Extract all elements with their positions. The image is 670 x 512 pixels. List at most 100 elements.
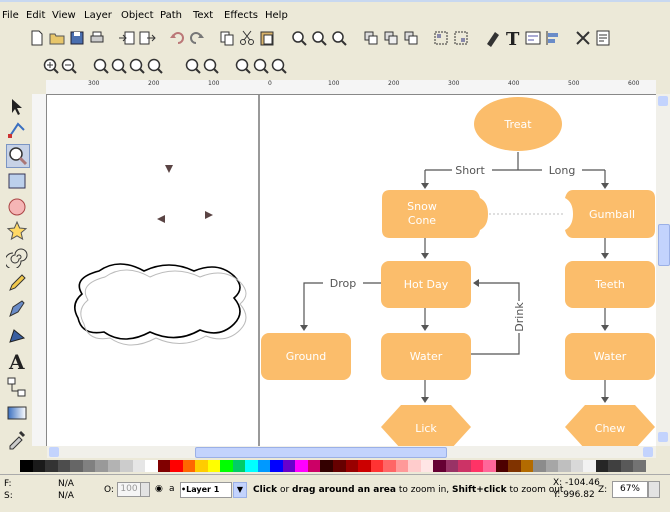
text-font-icon[interactable]: T [504,29,522,47]
menu-layer[interactable]: Layer [84,10,112,21]
save-icon[interactable] [68,29,86,47]
opacity-input[interactable]: 100 [117,482,141,497]
zoom-1-to-2-icon[interactable] [110,57,128,75]
zoom-page-icon[interactable] [330,29,348,47]
fill-stroke-icon[interactable] [484,29,502,47]
triangle-marker-2[interactable] [157,215,165,223]
palette-swatch[interactable] [608,460,622,472]
vertical-scroll-thumb[interactable] [658,224,670,266]
palette-swatch[interactable] [32,460,46,472]
palette-swatch[interactable] [345,460,359,472]
zoom-tool-icon[interactable] [6,144,30,168]
import-icon[interactable] [118,29,136,47]
vertical-scrollbar[interactable] [656,94,670,446]
export-icon[interactable] [138,29,156,47]
palette-swatch[interactable] [520,460,534,472]
menu-edit[interactable]: Edit [26,10,45,21]
opacity-spinner-icon[interactable] [140,482,150,497]
zoom-spinner-icon[interactable] [648,481,660,498]
zoom-out-icon[interactable] [60,57,78,75]
palette-swatch[interactable] [120,460,134,472]
zoom-2-to-1-icon[interactable] [128,57,146,75]
menu-effects[interactable]: Effects [224,10,258,21]
print-icon[interactable] [88,29,106,47]
cloud-shape[interactable] [74,263,241,340]
palette-swatch[interactable] [57,460,71,472]
palette-swatch[interactable] [245,460,259,472]
palette-swatch[interactable] [220,460,234,472]
palette-swatch[interactable] [307,460,321,472]
palette-swatch[interactable] [570,460,584,472]
zoom-previous-icon[interactable] [184,57,202,75]
star-tool-icon[interactable] [6,220,28,242]
zoom-selection-icon[interactable] [290,29,308,47]
clone-icon[interactable] [382,29,400,47]
palette-swatch[interactable] [282,460,296,472]
palette-swatch[interactable] [620,460,634,472]
zoom-drawing-tc-icon[interactable] [234,57,252,75]
redo-icon[interactable] [188,29,206,47]
copy-icon[interactable] [218,29,236,47]
dropper-tool-icon[interactable] [6,428,28,450]
palette-swatch[interactable] [358,460,372,472]
palette-swatch[interactable] [107,460,121,472]
zoom-1-to-1-icon[interactable] [92,57,110,75]
open-icon[interactable] [48,29,66,47]
palette-swatch[interactable] [558,460,572,472]
palette-swatch[interactable] [182,460,196,472]
layer-dropdown-chevron-icon[interactable]: ▼ [233,482,247,498]
palette-swatch[interactable] [470,460,484,472]
palette-swatch[interactable] [170,460,184,472]
menu-file[interactable]: File [2,10,19,21]
palette-swatch[interactable] [508,460,522,472]
scroll-down-icon[interactable] [658,432,668,442]
palette-swatch[interactable] [445,460,459,472]
paste-icon[interactable] [258,29,276,47]
menu-view[interactable]: View [52,10,76,21]
ellipse-tool-icon[interactable] [6,196,28,218]
triangle-marker-1[interactable] [165,165,173,173]
menu-help[interactable]: Help [265,10,288,21]
align-distribute-icon[interactable] [544,29,562,47]
document-properties-icon[interactable] [594,29,612,47]
zoom-drawing-icon[interactable] [310,29,328,47]
duplicate-icon[interactable] [362,29,380,47]
pencil-tool-icon[interactable] [6,272,28,294]
palette-swatch[interactable] [82,460,96,472]
group-icon[interactable] [432,29,450,47]
zoom-in-icon[interactable] [42,57,60,75]
triangle-marker-3[interactable] [205,211,213,219]
palette-swatch[interactable] [195,460,209,472]
lock-icon[interactable]: a [169,484,175,494]
rectangle-tool-icon[interactable] [6,170,28,192]
palette-swatch[interactable] [395,460,409,472]
unlink-clone-icon[interactable] [402,29,420,47]
horizontal-scroll-thumb[interactable] [195,447,447,458]
palette-swatch[interactable] [95,460,109,472]
scroll-up-icon[interactable] [658,96,668,106]
scroll-right-icon[interactable] [643,447,653,457]
palette-swatch[interactable] [320,460,334,472]
palette-swatch[interactable] [333,460,346,472]
cut-icon[interactable] [238,29,256,47]
palette-swatch[interactable] [232,460,246,472]
drawing-canvas[interactable]: Short Long Drop Drink Treat Snow Cone Gu… [47,95,656,446]
xml-editor-icon[interactable] [524,29,542,47]
spiral-tool-icon[interactable] [6,246,28,268]
zoom-page-tc-icon[interactable] [252,57,270,75]
palette-swatch[interactable] [70,460,84,472]
layer-dropdown[interactable]: •Layer 1 [180,482,232,498]
undo-icon[interactable] [168,29,186,47]
new-document-icon[interactable] [28,29,46,47]
menu-text[interactable]: Text [193,10,213,21]
palette-swatch[interactable] [157,460,171,472]
palette-swatch[interactable] [633,460,647,472]
palette-swatch[interactable] [433,460,447,472]
palette-swatch[interactable] [383,460,397,472]
zoom-fit-selection-icon[interactable] [146,57,164,75]
palette-swatch[interactable] [483,460,497,472]
menu-object[interactable]: Object [121,10,154,21]
palette-swatch[interactable] [257,460,271,472]
palette-swatch[interactable] [145,460,159,472]
calligraphy-tool-icon[interactable] [6,324,28,346]
